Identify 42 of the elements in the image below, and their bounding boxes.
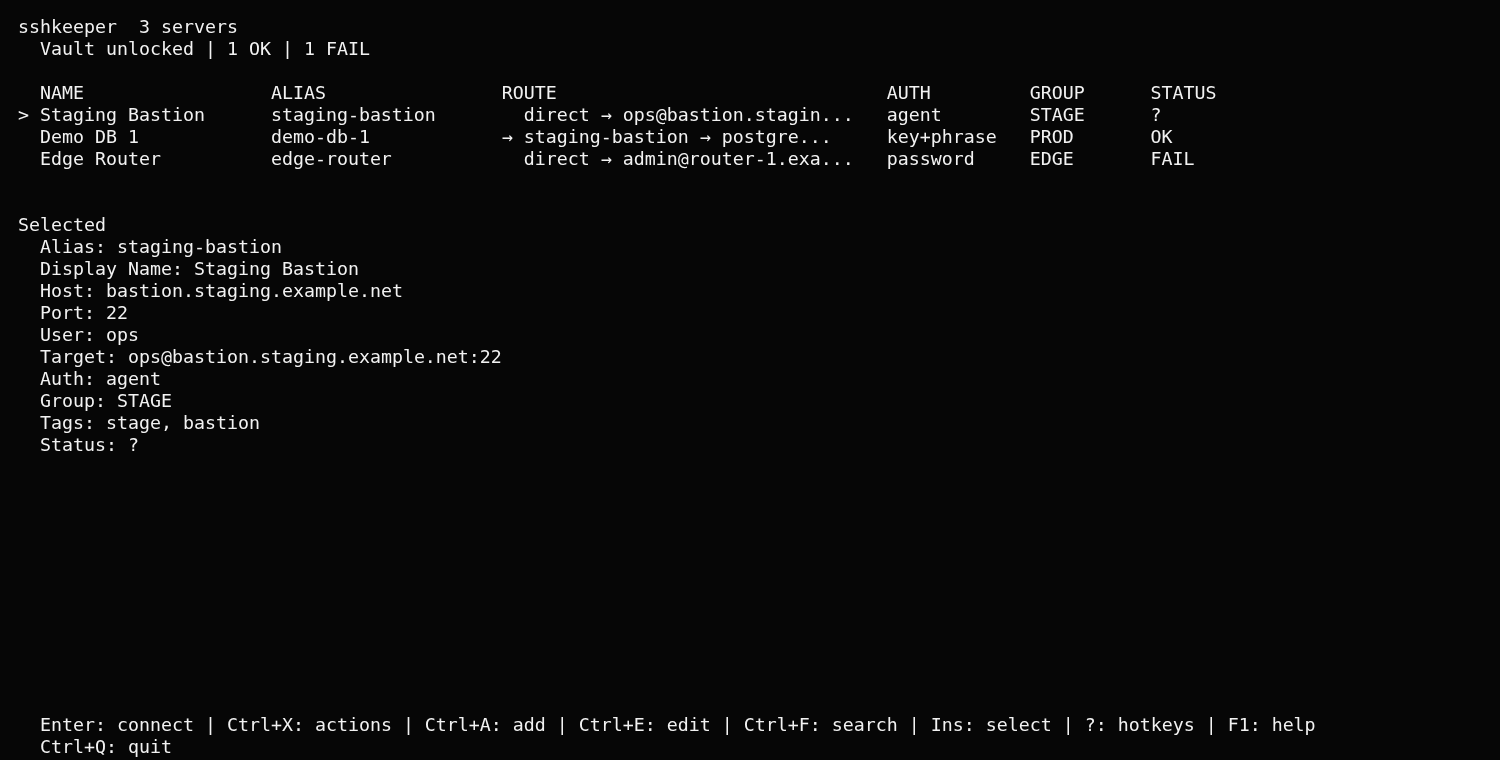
detail-line: Display Name: Staging Bastion [40,258,359,280]
table-cell: OK [1150,126,1173,148]
detail-line: User: ops [40,324,139,346]
table-cell: direct → admin@router-1.exa... [523,148,854,170]
jump-arrow: → [501,126,513,148]
column-header: AUTH [886,82,931,104]
table-cell[interactable]: Edge Router [40,148,161,170]
table-cell: EDGE [1029,148,1074,170]
table-cell: ? [1150,104,1162,126]
table-cell: PROD [1029,126,1074,148]
app-name: sshkeeper [18,16,117,38]
table-cell: staging-bastion [270,104,436,126]
detail-line: Auth: agent [40,368,161,390]
column-header: NAME [40,82,84,104]
table-cell[interactable]: Staging Bastion [40,104,205,126]
selection-cursor: > [18,104,29,126]
detail-line: Port: 22 [40,302,128,324]
table-cell[interactable]: Demo DB 1 [40,126,139,148]
table-cell: password [886,148,975,170]
table-cell: demo-db-1 [270,126,370,148]
table-cell: STAGE [1029,104,1085,126]
hotkey-hint: Enter: connect | Ctrl+X: actions | Ctrl+A: add | Ctrl+E: edit | Ctrl+F: search | Ins: select | ?: hotkeys | F1: help [40,714,1316,736]
column-header: ROUTE [501,82,557,104]
table-cell: key+phrase [886,126,997,148]
column-header: ALIAS [270,82,326,104]
detail-line: Host: bastion.staging.example.net [40,280,403,302]
vault-status-line: Vault unlocked | 1 OK | 1 FAIL [40,38,370,60]
table-cell: edge-router [270,148,392,170]
detail-line: Alias: staging-bastion [40,236,282,258]
hotkey-hint: Ctrl+Q: quit [40,736,172,758]
table-cell: staging-bastion → postgre... [523,126,832,148]
column-header: STATUS [1150,82,1217,104]
table-cell: FAIL [1150,148,1195,170]
table-cell: direct → ops@bastion.stagin... [523,104,854,126]
section-title: Selected [18,214,106,236]
column-header: GROUP [1029,82,1085,104]
detail-line: Target: ops@bastion.staging.example.net:22 [40,346,502,368]
server-count: 3 servers [138,16,238,38]
detail-line: Tags: stage, bastion [40,412,260,434]
detail-line: Status: ? [40,434,139,456]
table-cell: agent [886,104,942,126]
detail-line: Group: STAGE [40,390,172,412]
